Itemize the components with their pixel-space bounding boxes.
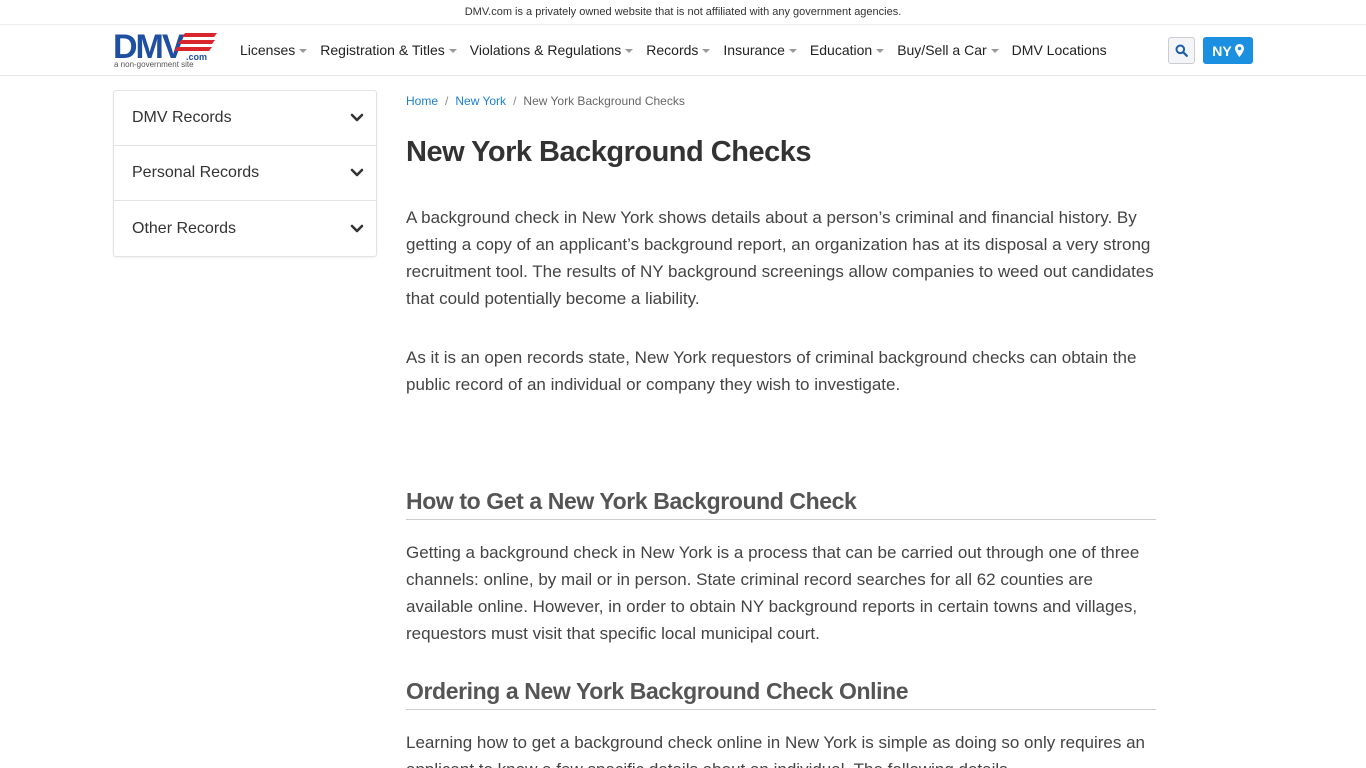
caret-down-icon: [625, 49, 634, 53]
search-icon: [1175, 44, 1188, 57]
chevron-down-icon: [350, 168, 364, 177]
nav-item-label: Buy/Sell a Car: [897, 42, 987, 58]
caret-down-icon: [876, 49, 885, 53]
nav-item-label: Registration & Titles: [320, 42, 445, 58]
breadcrumb-home-link[interactable]: Home: [406, 94, 438, 108]
breadcrumb: Home / New York / New York Background Checks: [406, 90, 1156, 112]
search-button[interactable]: [1168, 37, 1195, 64]
nav-item-education[interactable]: Education: [809, 42, 885, 58]
caret-down-icon: [448, 49, 457, 53]
main-content: Home / New York / New York Background Checks…: [406, 90, 1156, 768]
nav-item-label: Licenses: [240, 42, 296, 58]
caret-down-icon: [788, 49, 797, 53]
sidebar-records-menu: DMV Records Personal Records Other Records: [113, 90, 377, 257]
breadcrumb-current: New York Background Checks: [523, 94, 685, 108]
site-header: DMV .com a non-government site Licenses R…: [0, 25, 1366, 76]
nav-item-label: Violations & Regulations: [469, 42, 622, 58]
disclaimer-bar: DMV.com is a privately owned website tha…: [0, 0, 1366, 25]
sidebar-item-personal-records[interactable]: Personal Records: [114, 146, 376, 201]
nav-item-buy-sell-a-car[interactable]: Buy/Sell a Car: [897, 42, 999, 58]
section-heading-how-to-get: How to Get a New York Background Check: [406, 488, 1156, 520]
nav-item-label: Insurance: [723, 42, 785, 58]
sidebar-item-label: Personal Records: [132, 164, 260, 181]
nav-item-label: Education: [809, 42, 873, 58]
sidebar-item-label: Other Records: [132, 219, 237, 237]
sidebar-item-dmv-records[interactable]: DMV Records: [114, 91, 376, 146]
intro-paragraph-1: A background check in New York shows det…: [406, 208, 1154, 308]
caret-down-icon: [299, 49, 308, 53]
caret-down-icon: [990, 49, 999, 53]
page-title: New York Background Checks: [406, 136, 811, 168]
section-heading-ordering-online: Ordering a New York Background Check Onl…: [406, 678, 1156, 710]
nav-item-licenses[interactable]: Licenses: [240, 42, 308, 58]
caret-down-icon: [702, 49, 711, 53]
nav-item-registration-titles[interactable]: Registration & Titles: [320, 42, 457, 58]
section-2-paragraph: Learning how to get a background check o…: [406, 733, 1146, 768]
state-label: NY: [1212, 42, 1232, 59]
chevron-down-icon: [350, 113, 364, 122]
nav-item-insurance[interactable]: Insurance: [723, 42, 797, 58]
breadcrumb-state-link[interactable]: New York: [455, 94, 506, 108]
breadcrumb-separator: /: [513, 94, 517, 108]
nav-item-violations-regulations[interactable]: Violations & Regulations: [470, 42, 634, 58]
chevron-down-icon: [350, 224, 364, 232]
nav-item-records[interactable]: Records: [646, 42, 711, 58]
nav-item-dmv-locations[interactable]: DMV Locations: [1012, 42, 1107, 58]
map-pin-icon: [1234, 44, 1244, 57]
sidebar-item-other-records[interactable]: Other Records: [114, 201, 376, 256]
nav-item-label: Records: [646, 42, 699, 58]
state-selector-button[interactable]: NY: [1203, 37, 1253, 64]
breadcrumb-separator: /: [445, 94, 449, 108]
nav-item-label: DMV Locations: [1011, 42, 1107, 58]
intro-paragraph-2: As it is an open records state, New York…: [406, 348, 1137, 394]
main-nav: Licenses Registration & Titles Violations …: [240, 25, 1120, 75]
sidebar-item-label: DMV Records: [132, 109, 232, 126]
logo-graphic: DMV .com: [113, 29, 217, 61]
section-1-paragraph: Getting a background check in New York i…: [406, 543, 1140, 643]
logo-tagline: a non-government site: [114, 60, 194, 69]
dmv-logo[interactable]: DMV .com a non-government site: [113, 29, 223, 71]
svg-text:DMV: DMV: [113, 29, 185, 61]
